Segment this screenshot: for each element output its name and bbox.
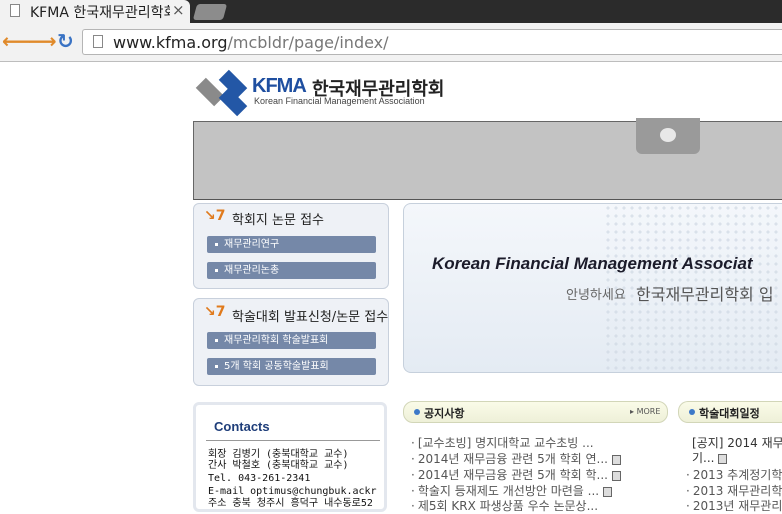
puzzle-piece-icon — [636, 118, 700, 154]
notice-item-5: 제5회 KRX 파생상품 우수 논문상... — [417, 499, 599, 513]
notices-more-link[interactable]: ▸ MORE — [630, 407, 660, 416]
attachment-icon — [611, 470, 621, 481]
notice-item-1: [교수초빙] 명지대학교 교수초빙 ... — [417, 436, 594, 450]
notice-item-4: 학술지 등재제도 개선방안 마련을 ... — [417, 484, 600, 498]
schedule-item[interactable]: 기... — [692, 449, 728, 466]
url-path: /mcbldr/page/index/ — [227, 33, 389, 52]
contact-president: 회장 김병기 (충북대학교 교수) — [208, 449, 349, 460]
contact-tel: Tel. 043-261-2341 — [208, 473, 311, 484]
schedule-title: 학술대회일정 — [699, 407, 760, 420]
tab-title: KFMA 한국재무관리학회 — [30, 5, 170, 21]
conference-link-1-label: 재무관리학회 학술발표회 — [224, 335, 329, 346]
browser-tab[interactable]: KFMA 한국재무관리학회 × — [0, 0, 190, 23]
conference-link-1[interactable]: 재무관리학회 학술발표회 — [207, 332, 376, 349]
close-tab-icon[interactable]: × — [172, 1, 185, 19]
main-visual: Korean Financial Management Associat 안녕하… — [403, 203, 782, 373]
journal-link-1[interactable]: 재무관리연구 — [207, 236, 376, 253]
url-text[interactable]: www.kfma.org/mcbldr/page/index/ — [113, 33, 389, 52]
journal-link-1-label: 재무관리연구 — [224, 239, 280, 250]
schedule-item-2: 2013 추계정기학 — [692, 468, 782, 482]
notice-item-2: 2014년 재무금융 관련 5개 학회 연... — [417, 452, 608, 466]
attachment-icon — [603, 486, 613, 497]
main-visual-greeting: 안녕하세요 — [566, 288, 626, 303]
journal-link-2-label: 재무관리논총 — [224, 265, 280, 276]
new-tab-button[interactable] — [192, 4, 228, 20]
logo-name-en: Korean Financial Management Association — [254, 96, 425, 106]
url-domain: www.kfma.org — [113, 33, 228, 52]
contact-address: 주소 충북 청주시 흥덕구 내수동로52 — [208, 498, 373, 509]
contacts-box: Contacts 회장 김병기 (충북대학교 교수) 간사 박철호 (충북대학교… — [193, 402, 387, 512]
schedule-header: 학술대회일정 — [678, 401, 782, 423]
notices-header: 공지사항 ▸ MORE — [403, 401, 668, 423]
contacts-title: Contacts — [214, 419, 270, 434]
attachment-icon — [718, 453, 728, 464]
address-bar[interactable]: www.kfma.org/mcbldr/page/index/ — [82, 29, 782, 55]
pencil-icon: ↘7 — [204, 208, 226, 224]
reload-icon[interactable]: ↻ — [57, 29, 74, 53]
notices-more-label: MORE — [636, 407, 661, 416]
schedule-item-1: [공지] 2014 재무 — [692, 436, 782, 450]
logo-abbr: KFMA — [252, 75, 307, 97]
pencil-icon: ↘7 — [204, 304, 226, 320]
notice-item[interactable]: · 2014년 재무금융 관련 5개 학회 학... — [411, 466, 621, 483]
schedule-item-1-cont: 기... — [692, 451, 715, 465]
bullet-icon — [689, 409, 695, 415]
notice-item[interactable]: · 제5회 KRX 파생상품 우수 논문상... — [411, 497, 598, 514]
schedule-item-3: 2013 재무관리학 — [692, 484, 782, 498]
notices-title: 공지사항 — [424, 407, 465, 420]
page-favicon-icon — [10, 4, 20, 17]
notice-item[interactable]: · 2014년 재무금융 관련 5개 학회 연... — [411, 450, 621, 467]
contact-secretary: 간사 박철호 (충북대학교 교수) — [208, 460, 349, 471]
forward-arrow-icon[interactable]: ⟶ — [28, 29, 57, 53]
page-icon — [93, 35, 103, 48]
attachment-icon — [611, 454, 621, 465]
notice-item[interactable]: · [교수초빙] 명지대학교 교수초빙 ... — [411, 434, 594, 451]
journal-link-2[interactable]: 재무관리논총 — [207, 262, 376, 279]
conference-submission-title: 학술대회 발표신청/논문 접수 — [232, 310, 389, 325]
schedule-item[interactable]: · 2013 추계정기학 — [686, 466, 782, 483]
schedule-item[interactable]: · 2013년 재무관리 — [686, 497, 782, 514]
divider — [206, 440, 380, 441]
notice-item-3: 2014년 재무금융 관련 5개 학회 학... — [417, 468, 608, 482]
main-visual-greeting-name: 한국재무관리학회 입 — [636, 285, 774, 304]
main-visual-title: Korean Financial Management Associat — [432, 254, 753, 273]
journal-submission-title: 학회지 논문 접수 — [232, 213, 324, 228]
contact-email: E-mail optimus@chungbuk.ackr — [208, 486, 377, 497]
back-arrow-icon[interactable]: ⟵ — [2, 29, 31, 53]
schedule-item-4: 2013년 재무관리 — [692, 499, 782, 513]
browser-tab-strip: KFMA 한국재무관리학회 × — [0, 0, 782, 23]
browser-toolbar: ⟵ ⟶ ↻ www.kfma.org/mcbldr/page/index/ — [0, 23, 782, 62]
bullet-icon — [414, 409, 420, 415]
conference-link-2-label: 5개 학회 공동학술발표회 — [224, 361, 329, 372]
conference-link-2[interactable]: 5개 학회 공동학술발표회 — [207, 358, 376, 375]
